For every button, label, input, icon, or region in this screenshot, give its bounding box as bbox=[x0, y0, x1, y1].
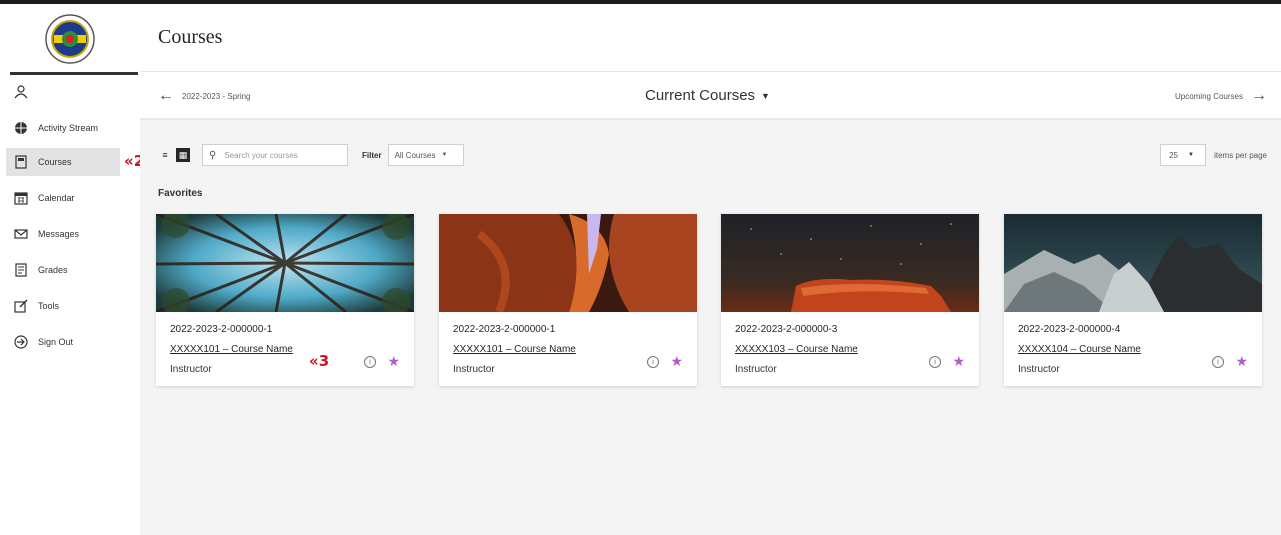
favorite-star-icon[interactable]: ★ bbox=[670, 353, 683, 370]
calendar-icon bbox=[12, 189, 30, 207]
course-name-link[interactable]: XXXXX101 – Course Name bbox=[170, 344, 293, 355]
book-icon bbox=[12, 153, 30, 171]
grades-icon bbox=[12, 261, 30, 279]
items-per-page-value: 25 bbox=[1169, 150, 1178, 160]
course-name-link[interactable]: XXXXX103 – Course Name bbox=[735, 344, 858, 355]
caret-down-icon: ▼ bbox=[1187, 152, 1194, 158]
caret-down-icon: ▼ bbox=[761, 90, 770, 101]
previous-term-label: 2022-2023 - Spring bbox=[182, 91, 251, 101]
info-icon[interactable]: i bbox=[364, 356, 376, 368]
sidebar-item-messages[interactable]: Messages bbox=[6, 220, 136, 248]
upcoming-courses-link[interactable]: Upcoming Courses → bbox=[1175, 87, 1267, 105]
page-header: Courses bbox=[140, 4, 1281, 72]
items-per-page-select[interactable]: 25 ▼ bbox=[1160, 144, 1207, 166]
course-code: 2022-2023-2-000000-3 bbox=[735, 324, 838, 335]
course-role: Instructor bbox=[453, 364, 495, 375]
sign-out-icon bbox=[12, 333, 30, 351]
sidebar-item-sign-out[interactable]: Sign Out bbox=[6, 328, 136, 356]
sidebar-item-activity-stream[interactable]: Activity Stream bbox=[6, 114, 136, 142]
filter-value: All Courses bbox=[394, 150, 436, 160]
sidebar-item-label: Calendar bbox=[38, 193, 75, 203]
favorite-star-icon[interactable]: ★ bbox=[387, 353, 400, 370]
current-courses-dropdown[interactable]: Current Courses ▼ bbox=[645, 87, 770, 104]
tools-icon bbox=[12, 297, 30, 315]
sidebar-item-courses[interactable]: Courses bbox=[6, 148, 120, 176]
favorite-star-icon[interactable]: ★ bbox=[1235, 353, 1248, 370]
course-card[interactable]: 2022-2023-2-000000-1 XXXXX101 – Course N… bbox=[156, 214, 414, 386]
search-input[interactable]: ⚲ Search your courses bbox=[202, 144, 348, 166]
filter-dropdown[interactable]: All Courses ▼ bbox=[387, 144, 464, 166]
course-name-link[interactable]: XXXXX101 – Course Name bbox=[453, 344, 576, 355]
course-card[interactable]: 2022-2023-2-000000-3 XXXXX103 – Course N… bbox=[721, 214, 979, 386]
course-name-link[interactable]: XXXXX104 – Course Name bbox=[1018, 344, 1141, 355]
arrow-right-icon: → bbox=[1251, 87, 1267, 104]
course-toolbar: ≡ ▦ ⚲ Search your courses Filter All Cou… bbox=[158, 144, 464, 166]
sidebar-item-label: Courses bbox=[38, 157, 72, 167]
arrow-left-icon: ← bbox=[158, 87, 174, 104]
favorite-star-icon[interactable]: ★ bbox=[952, 353, 965, 370]
course-role: Instructor bbox=[170, 364, 212, 375]
logo-underline bbox=[10, 72, 138, 75]
course-image-forest bbox=[156, 214, 414, 312]
annotation-marker-3: «3 bbox=[309, 352, 330, 370]
sidebar-item-label: Messages bbox=[38, 229, 80, 239]
envelope-icon bbox=[12, 225, 30, 243]
previous-term-link[interactable]: ← 2022-2023 - Spring bbox=[158, 87, 251, 105]
course-card[interactable]: 2022-2023-2-000000-4 XXXXX104 – Course N… bbox=[1004, 214, 1262, 386]
university-logo[interactable] bbox=[0, 4, 140, 74]
sidebar-item-profile[interactable] bbox=[6, 78, 136, 106]
search-placeholder: Search your courses bbox=[224, 150, 298, 160]
upcoming-courses-label: Upcoming Courses bbox=[1174, 91, 1243, 101]
info-icon[interactable]: i bbox=[929, 356, 941, 368]
info-icon[interactable]: i bbox=[1212, 356, 1224, 368]
search-icon: ⚲ bbox=[209, 149, 217, 161]
sidebar-item-calendar[interactable]: Calendar bbox=[6, 184, 136, 212]
sidebar: Activity Stream Courses «2 Calendar Mess… bbox=[0, 4, 144, 535]
sidebar-item-grades[interactable]: Grades bbox=[6, 256, 136, 284]
course-role: Instructor bbox=[735, 364, 777, 375]
course-code: 2022-2023-2-000000-1 bbox=[170, 324, 273, 335]
sidebar-item-label: Activity Stream bbox=[38, 123, 99, 133]
grid-view-button[interactable]: ▦ bbox=[176, 148, 190, 162]
course-code: 2022-2023-2-000000-1 bbox=[453, 324, 556, 335]
globe-icon bbox=[12, 119, 30, 137]
sidebar-item-label: Tools bbox=[38, 301, 60, 311]
sidebar-item-tools[interactable]: Tools bbox=[6, 292, 136, 320]
list-view-button[interactable]: ≡ bbox=[158, 148, 172, 162]
sidebar-item-label: Grades bbox=[38, 265, 68, 275]
current-courses-label: Current Courses bbox=[645, 87, 756, 104]
term-navigation: ← 2022-2023 - Spring Current Courses ▼ U… bbox=[140, 72, 1281, 120]
course-code: 2022-2023-2-000000-4 bbox=[1018, 324, 1121, 335]
course-image-mountain bbox=[1004, 214, 1262, 312]
course-image-night-rock bbox=[721, 214, 979, 312]
sidebar-item-label: Sign Out bbox=[38, 337, 74, 347]
items-per-page-label: items per page bbox=[1214, 150, 1267, 160]
info-icon[interactable]: i bbox=[647, 356, 659, 368]
caret-down-icon: ▼ bbox=[441, 152, 448, 158]
course-image-canyon bbox=[439, 214, 697, 312]
course-role: Instructor bbox=[1018, 364, 1060, 375]
favorites-heading: Favorites bbox=[158, 188, 203, 199]
user-icon bbox=[12, 83, 30, 101]
course-card[interactable]: 2022-2023-2-000000-1 XXXXX101 – Course N… bbox=[439, 214, 697, 386]
items-per-page: 25 ▼ items per page bbox=[1160, 144, 1267, 166]
page-title: Courses bbox=[158, 26, 223, 48]
filter-label: Filter bbox=[362, 150, 382, 160]
